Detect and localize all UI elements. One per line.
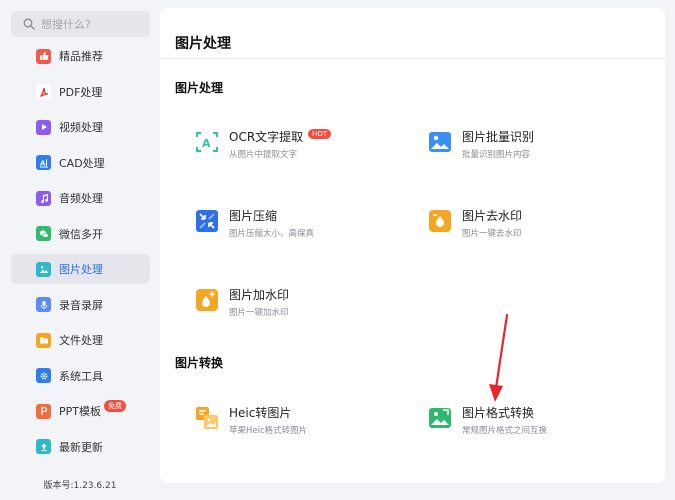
sidebar-item-label: 精品推荐 bbox=[59, 50, 103, 63]
sidebar-item-audio[interactable]: 音频处理 bbox=[11, 183, 150, 213]
tool-desc: 常规图片格式之间互换 bbox=[462, 426, 548, 436]
upload-icon bbox=[36, 439, 51, 454]
sidebar-item-label: 视频处理 bbox=[59, 121, 103, 134]
tool-desc: 图片一键去水印 bbox=[462, 229, 522, 239]
tool-title: 图片批量识别 bbox=[462, 130, 535, 144]
compress-icon bbox=[195, 209, 219, 233]
tool-desc: 批量识别图片内容 bbox=[462, 150, 531, 160]
remove-watermark-icon bbox=[428, 209, 452, 233]
sidebar-item-label: 文件处理 bbox=[59, 334, 103, 347]
tool-desc: 图片一键加水印 bbox=[229, 308, 289, 318]
thumb-up-icon bbox=[36, 48, 51, 64]
search-box[interactable] bbox=[11, 11, 150, 37]
sidebar-item-label: 最新更新 bbox=[59, 440, 103, 454]
sidebar-item-label: PDF处理 bbox=[59, 85, 103, 99]
tool-ocr[interactable]: A OCR文字提取 HOT 从图片中提取文字 bbox=[195, 128, 395, 160]
batch-recognize-icon bbox=[428, 130, 452, 154]
video-icon bbox=[36, 119, 51, 135]
heic-icon bbox=[195, 406, 219, 430]
section-title-image-processing: 图片处理 bbox=[175, 81, 224, 95]
divider bbox=[160, 58, 665, 59]
sidebar-item-files[interactable]: 文件处理 bbox=[11, 325, 150, 355]
page-title: 图片处理 bbox=[175, 36, 231, 52]
sidebar-item-image[interactable]: 图片处理 bbox=[11, 254, 150, 284]
sidebar-item-label: 微信多开 bbox=[59, 227, 103, 241]
hot-badge: HOT bbox=[308, 128, 332, 139]
tool-heic-convert[interactable]: Heic转图片 苹果Heic格式转图片 bbox=[195, 404, 395, 436]
tool-compress[interactable]: 图片压缩 图片压缩大小、高保真 bbox=[195, 207, 395, 239]
ppt-icon bbox=[36, 403, 51, 419]
sidebar-nav: 精品推荐 PDF处理 视频处理 A CAD处理 音频处理 微信多开 图片处理 录… bbox=[11, 41, 150, 467]
tool-desc: 苹果Heic格式转图片 bbox=[229, 426, 308, 436]
sidebar-item-system-tools[interactable]: 系统工具 bbox=[11, 361, 150, 391]
cad-icon: A bbox=[36, 155, 51, 170]
sidebar-item-pdf[interactable]: PDF处理 bbox=[11, 77, 150, 107]
wechat-icon bbox=[36, 226, 51, 241]
sidebar: 精品推荐 PDF处理 视频处理 A CAD处理 音频处理 bbox=[0, 0, 160, 500]
pdf-icon bbox=[36, 84, 51, 99]
svg-text:A: A bbox=[40, 159, 46, 167]
tool-title: 图片格式转换 bbox=[462, 406, 535, 420]
svg-text:A: A bbox=[202, 137, 211, 150]
sidebar-item-label: 录音录屏 bbox=[59, 298, 103, 312]
folder-icon bbox=[36, 332, 51, 348]
sidebar-item-recommended[interactable]: 精品推荐 bbox=[11, 41, 150, 71]
search-icon bbox=[23, 18, 35, 30]
tool-title: 图片压缩 bbox=[229, 209, 278, 223]
sidebar-item-label: 图片处理 bbox=[59, 263, 103, 276]
search-input[interactable] bbox=[41, 17, 141, 31]
tool-format-convert[interactable]: 图片格式转换 常规图片格式之间互换 bbox=[428, 404, 628, 436]
tool-batch-recognize[interactable]: 图片批量识别 批量识别图片内容 bbox=[428, 128, 628, 160]
gear-icon bbox=[36, 368, 51, 383]
sidebar-item-label: PPT模板 bbox=[59, 405, 101, 418]
tool-title: 图片加水印 bbox=[229, 288, 290, 302]
sidebar-item-label: 音频处理 bbox=[59, 192, 103, 205]
tool-title: Heic转图片 bbox=[229, 406, 292, 420]
sidebar-item-ppt[interactable]: PPT模板 免费 bbox=[11, 396, 150, 426]
music-icon bbox=[36, 190, 51, 206]
ocr-icon: A bbox=[195, 130, 219, 154]
sidebar-item-recording[interactable]: 录音录屏 bbox=[11, 290, 150, 320]
tool-title: OCR文字提取 bbox=[229, 130, 304, 144]
tool-remove-watermark[interactable]: 图片去水印 图片一键去水印 bbox=[428, 207, 628, 239]
sidebar-item-label: CAD处理 bbox=[59, 156, 105, 170]
sidebar-item-wechat[interactable]: 微信多开 bbox=[11, 219, 150, 249]
mic-icon bbox=[36, 297, 51, 312]
sidebar-item-label: 系统工具 bbox=[59, 369, 103, 383]
tool-desc: 从图片中提取文字 bbox=[229, 150, 298, 160]
image-icon bbox=[36, 261, 51, 277]
add-watermark-icon bbox=[195, 288, 219, 312]
sidebar-item-video[interactable]: 视频处理 bbox=[11, 112, 150, 142]
sidebar-item-latest[interactable]: 最新更新 bbox=[11, 432, 150, 462]
format-convert-icon bbox=[428, 406, 452, 430]
main-panel: 图片处理 图片处理 A OCR文字提取 HOT 从图片中提取文字 图片批量识别 批… bbox=[160, 8, 665, 483]
tool-desc: 图片压缩大小、高保真 bbox=[229, 229, 315, 239]
tool-add-watermark[interactable]: 图片加水印 图片一键加水印 bbox=[195, 286, 395, 318]
sidebar-item-cad[interactable]: A CAD处理 bbox=[11, 148, 150, 178]
section-title-image-conversion: 图片转换 bbox=[175, 356, 224, 370]
tool-title: 图片去水印 bbox=[462, 209, 523, 223]
version-label: 版本号:1.23.6.21 bbox=[43, 481, 117, 491]
free-badge: 免费 bbox=[104, 400, 126, 412]
